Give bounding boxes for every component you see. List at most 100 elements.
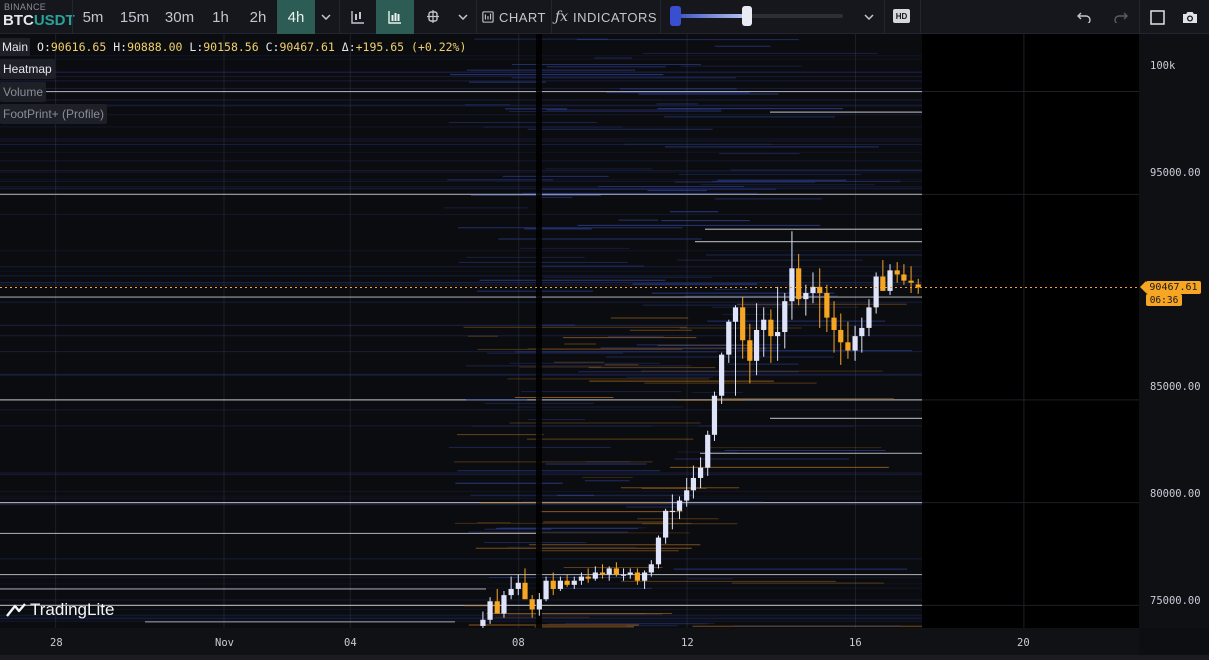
pane-footprint[interactable]: FootPrint+ (Profile) [0,104,108,124]
timeframe-15m[interactable]: 15m [112,0,157,34]
slider-knob[interactable] [742,6,753,26]
heatmap-intensity-slider[interactable] [675,14,843,18]
exchange-label: BINANCE [4,2,47,12]
candle-body [768,319,774,337]
candle-body [747,340,753,361]
divider [72,0,73,34]
top-toolbar: BINANCE BTCUSDT 5m 15m 30m 1h 2h 4h CHAR… [0,0,1209,34]
candle-body [606,568,612,575]
price-tick: 85000.00 [1150,381,1201,393]
candle-body [782,301,788,333]
candle-body [620,574,627,576]
time-axis-background [0,628,1139,655]
candle-body [663,510,669,538]
price-tick: 95000.00 [1150,167,1201,179]
candle-body [789,268,795,302]
timeframe-2h[interactable]: 2h [239,0,277,34]
chevron-down-icon[interactable] [858,0,880,34]
symbol-selector[interactable]: BTCUSDT [3,12,75,29]
chevron-down-icon[interactable] [452,0,474,34]
function-icon: ƒx [554,9,569,25]
indicators-button[interactable]: ƒx INDICATORS [554,0,658,34]
candle-body [753,329,760,361]
candle [655,535,662,569]
candle [711,391,718,441]
candle-body [726,321,732,355]
undo-icon[interactable] [1072,0,1096,34]
candle-body [775,332,781,337]
time-tick: 12 [681,637,694,649]
candle-body [634,572,641,581]
divider [476,0,477,34]
candle-body [480,619,486,626]
hd-toggle[interactable]: HD [893,9,910,23]
time-tick: 08 [512,637,525,649]
crosshair-icon[interactable] [417,0,449,34]
candle-body [592,572,598,579]
candle-body [684,490,690,501]
time-tick: 16 [849,637,862,649]
candle-body [648,564,654,573]
candles-filled-icon[interactable] [376,0,414,34]
close-value: 90467.61 [279,40,335,54]
low-value: 90158.56 [203,40,259,54]
candle-body [578,576,585,581]
candle-body [838,329,844,343]
pair-quote: USDT [33,12,75,29]
price-tick: 75000.00 [1150,595,1201,607]
candle-body [803,292,809,300]
low-key: L: [189,40,204,54]
open-value: 90616.65 [50,40,107,54]
main-pane-label[interactable]: Main [0,38,31,56]
timeframe-4h[interactable]: 4h [277,0,315,34]
chart-type-button[interactable]: CHART [482,0,546,34]
candle-body [705,434,711,468]
candle-body [522,582,528,600]
close-key: C: [265,40,280,54]
candle-body [529,599,535,610]
timeframe-30m[interactable]: 30m [157,0,202,34]
candle-body [676,500,683,511]
time-tick: Nov [215,637,234,649]
candle-body [669,510,675,513]
candle-body [557,580,563,589]
timeframe-5m[interactable]: 5m [74,0,112,34]
divider [551,0,552,34]
price-tick: 100k [1150,60,1176,72]
indicators-label: INDICATORS [573,9,658,25]
candle-body [501,595,507,614]
slider-fill [675,14,748,18]
candle-body [796,268,802,300]
candles-icon[interactable] [340,0,376,34]
candle-body [508,588,514,596]
camera-icon[interactable] [1177,0,1203,34]
session-gap [536,34,542,628]
high-key: H: [113,40,128,54]
chart-canvas[interactable] [0,34,1209,655]
candle-body [536,599,542,610]
future-area [922,34,1139,628]
chevron-down-icon[interactable] [315,0,337,34]
candle-body [859,327,865,337]
pane-volume[interactable]: Volume [0,82,47,102]
candle-body [873,276,879,308]
divider [884,0,885,34]
delta-key: Δ: [341,40,356,54]
redo-icon[interactable] [1109,0,1133,34]
fullscreen-icon[interactable] [1144,0,1170,34]
logo-icon [6,603,26,617]
candle-body [719,354,725,396]
candle-body [641,572,648,581]
candle-body [627,572,633,575]
candle-body [866,307,872,328]
time-tick: 28 [50,637,63,649]
divider [920,0,921,34]
pane-heatmap[interactable]: Heatmap [0,59,55,79]
bottom-strip [0,655,1209,660]
timeframe-1h[interactable]: 1h [202,0,239,34]
candle-body [543,580,549,600]
candle-body [550,580,556,589]
pair-base: BTC [3,12,34,29]
tradinglite-logo: TradingLite [6,600,114,620]
slider-start-handle[interactable] [670,6,681,26]
